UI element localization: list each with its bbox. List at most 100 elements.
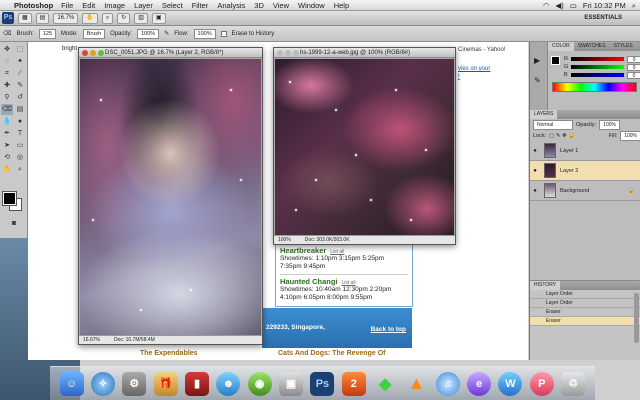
rotate-view-button[interactable]: ↻ <box>117 12 131 24</box>
visibility-eye-icon[interactable]: ● <box>530 148 540 154</box>
layer-row[interactable]: ● Layer 1 <box>530 141 640 161</box>
menu-select[interactable]: Select <box>162 1 183 10</box>
crop-tool-icon[interactable]: ⌗ <box>1 68 13 79</box>
fill-field[interactable]: 100% <box>620 130 640 141</box>
flow-field[interactable]: 100% <box>193 28 216 39</box>
mode-select[interactable]: Brush <box>82 28 106 39</box>
color-fg-swatch[interactable] <box>551 56 560 65</box>
zoom-window-icon[interactable] <box>98 50 104 56</box>
color-spectrum-bar[interactable] <box>552 82 637 92</box>
blog-icon[interactable]: e <box>467 371 492 396</box>
messenger-icon[interactable]: ☻ <box>216 371 241 396</box>
layer-name[interactable]: Layer 2 <box>560 168 578 174</box>
3d-orbit-tool-icon[interactable]: ◎ <box>14 152 26 163</box>
layer-row[interactable]: ● Layer 2 <box>530 161 640 181</box>
type-tool-icon[interactable]: T <box>14 128 26 139</box>
erase-to-history-checkbox[interactable] <box>220 30 227 37</box>
menu-3d[interactable]: 3D <box>254 1 264 10</box>
trash-icon[interactable]: ♲ <box>561 371 586 396</box>
opacity-field[interactable]: 100% <box>137 28 160 39</box>
battery-icon[interactable]: ▭ <box>570 1 577 10</box>
portrait-photo-canvas[interactable] <box>80 59 261 336</box>
vlc-icon[interactable]: ▲ <box>404 372 428 396</box>
quick-select-tool-icon[interactable]: ✦ <box>14 56 26 67</box>
history-item[interactable]: Layer Order <box>530 299 640 308</box>
tab-layers[interactable]: LAYERS <box>530 110 558 119</box>
history-item[interactable]: Eraser <box>530 317 640 326</box>
clone-stamp-tool-icon[interactable]: ⚲ <box>1 92 13 103</box>
menu-file[interactable]: File <box>61 1 73 10</box>
path-select-tool-icon[interactable]: ➤ <box>1 140 13 151</box>
tab-swatches[interactable]: SWATCHES <box>574 42 610 51</box>
menu-app-name[interactable]: Photoshop <box>14 1 53 10</box>
history-brush-tool-icon[interactable]: ↺ <box>14 92 26 103</box>
foreground-color-swatch[interactable] <box>2 191 17 206</box>
gradient-tool-icon[interactable]: ▤ <box>14 104 26 115</box>
green-value[interactable]: 0 <box>627 63 640 71</box>
photo-icon[interactable]: ▣ <box>279 371 304 396</box>
menu-clock[interactable]: Fri 10:32 PM <box>583 1 626 10</box>
hand-tool-icon[interactable]: ✋ <box>1 164 13 175</box>
bridge-button[interactable]: ▦ <box>18 12 32 24</box>
menu-layer[interactable]: Layer <box>134 1 153 10</box>
browser-tab-title[interactable]: Cinemas - Yahoo! <box>458 47 505 53</box>
brushes-panel-icon[interactable]: ✎ <box>534 76 541 85</box>
history-item[interactable]: Eraser <box>530 308 640 317</box>
arrange-documents-button[interactable]: ▥ <box>134 12 148 24</box>
blue-slider[interactable] <box>570 73 625 77</box>
visibility-eye-icon[interactable]: ● <box>530 168 540 174</box>
3d-rotate-tool-icon[interactable]: ⟲ <box>1 152 13 163</box>
document-window-dsc0051[interactable]: DSC_0051.JPG @ 16.7% (Layer 2, RGB/8*) 1… <box>78 47 263 345</box>
game-icon[interactable]: 2 <box>341 371 366 396</box>
menu-edit[interactable]: Edit <box>82 1 95 10</box>
nebula-image-canvas[interactable] <box>275 59 454 235</box>
browser-link-movies[interactable]: vies on your <box>458 66 490 72</box>
wifi-icon[interactable]: ◠ <box>543 1 550 10</box>
zoom-level-select[interactable]: 16.7% <box>53 12 79 24</box>
document-size-info[interactable]: Doc: 303.0K/303.0K <box>305 236 350 244</box>
tab-color[interactable]: COLOR <box>548 42 574 51</box>
tab-styles[interactable]: STYLES <box>610 42 637 51</box>
close-window-icon[interactable] <box>82 50 88 56</box>
spotlight-icon[interactable]: ⌕ <box>632 1 636 11</box>
red-value[interactable]: 0 <box>627 55 640 63</box>
movie-heading-expendables[interactable]: The Expendables <box>140 350 198 357</box>
menu-window[interactable]: Window <box>298 1 325 10</box>
layer-row[interactable]: ● Background 🔒 <box>530 181 640 201</box>
zoom-tool-icon[interactable]: ⌕ <box>14 164 26 175</box>
eyedropper-tool-icon[interactable]: ⁄ <box>14 68 26 79</box>
move-tool-icon[interactable]: ✥ <box>1 44 13 55</box>
menu-view[interactable]: View <box>273 1 289 10</box>
lock-icons[interactable]: ▢ ✎ ✥ 🔒 <box>549 133 575 139</box>
wordpress-icon[interactable]: W <box>498 371 523 396</box>
system-prefs-icon[interactable]: ⚙ <box>122 371 147 396</box>
document-size-info[interactable]: Doc: 10.7M/58.4M <box>114 336 155 344</box>
zoom-tool-button[interactable]: ⌕ <box>101 12 114 24</box>
blur-tool-icon[interactable]: 💧 <box>1 116 13 127</box>
gift-icon[interactable]: 🎁 <box>153 371 178 396</box>
minimize-window-icon[interactable] <box>285 50 291 56</box>
blue-value[interactable]: 0 <box>627 71 640 79</box>
visibility-eye-icon[interactable]: ● <box>530 188 540 194</box>
layer-name[interactable]: Background <box>560 188 589 194</box>
menu-image[interactable]: Image <box>104 1 125 10</box>
layer-name[interactable]: Layer 1 <box>560 148 578 154</box>
zoom-window-icon[interactable] <box>293 50 299 56</box>
document-title-bar[interactable]: hs-1999-12-a-web.jpg @ 100% (RGB/8#) <box>274 48 455 58</box>
shape-tool-icon[interactable]: ▭ <box>14 140 26 151</box>
marquee-tool-icon[interactable]: ⬚ <box>14 44 26 55</box>
lasso-tool-icon[interactable]: ◌ <box>1 56 13 67</box>
brush-size-picker[interactable]: 125 <box>38 28 57 39</box>
healing-brush-tool-icon[interactable]: ✚ <box>1 80 13 91</box>
green-slider[interactable] <box>571 65 625 69</box>
itunes-icon[interactable]: ♫ <box>435 371 460 396</box>
volume-icon[interactable]: ◀) <box>556 1 564 10</box>
menu-filter[interactable]: Filter <box>192 1 209 10</box>
airbrush-icon[interactable]: ✎ <box>164 30 169 37</box>
actions-panel-icon[interactable]: ▶ <box>534 56 540 65</box>
browser-link-2[interactable]: ! <box>458 74 460 80</box>
document-zoom-field[interactable]: 100% <box>278 236 291 244</box>
badge-icon[interactable]: P <box>529 371 554 396</box>
eraser-tool-preset-icon[interactable]: ⌫ <box>3 30 11 37</box>
finder-icon[interactable]: ☺ <box>59 371 84 396</box>
